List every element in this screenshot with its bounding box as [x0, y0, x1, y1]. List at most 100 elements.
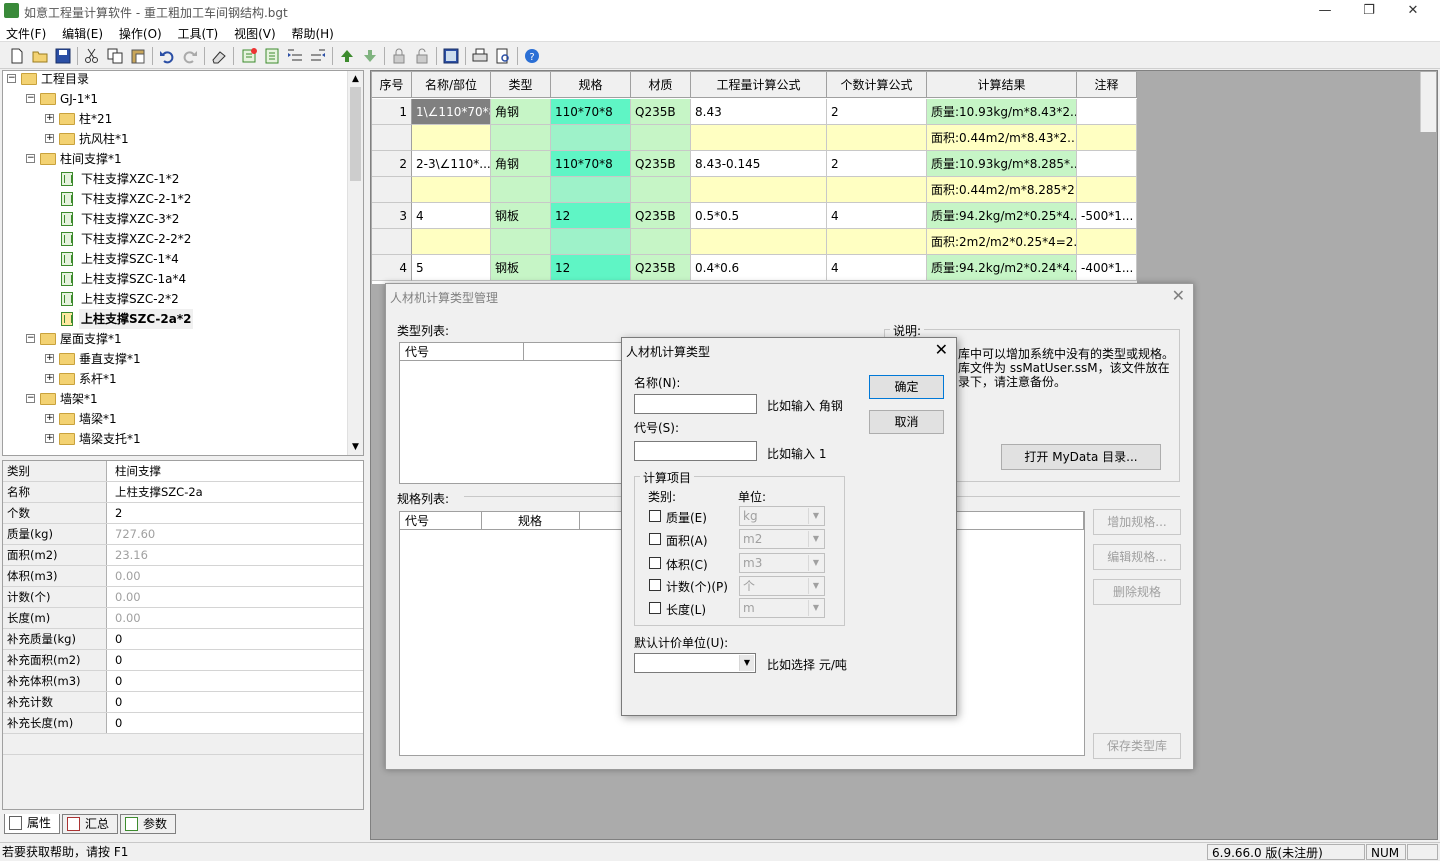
grid-cell[interactable]: [1077, 177, 1137, 203]
menu-operation[interactable]: 操作(O): [113, 22, 168, 42]
prop-value[interactable]: 0: [111, 692, 122, 712]
main-scrollbar[interactable]: [1420, 72, 1436, 132]
length-unit-select[interactable]: m ▼: [739, 598, 825, 618]
grid-cell[interactable]: 8.43-0.145: [691, 151, 827, 177]
delete-spec-button[interactable]: 删除规格: [1093, 579, 1181, 605]
grid-cell[interactable]: [1077, 229, 1137, 255]
length-checkbox[interactable]: [649, 602, 661, 614]
col-header[interactable]: 规格: [551, 72, 631, 98]
edit-spec-button[interactable]: 编辑规格...: [1093, 544, 1181, 570]
name-input[interactable]: [634, 394, 757, 414]
grid-cell[interactable]: [551, 177, 631, 203]
menu-help[interactable]: 帮助(H): [285, 22, 339, 42]
grid-cell[interactable]: 110*70*8: [551, 99, 631, 125]
grid-cell[interactable]: 角钢: [491, 151, 551, 177]
type-list[interactable]: 代号: [399, 342, 624, 484]
eraser-icon[interactable]: [210, 47, 228, 65]
grid-cell[interactable]: 12: [551, 203, 631, 229]
close-window-button[interactable]: ✕: [1390, 0, 1436, 22]
cut-icon[interactable]: [83, 47, 101, 65]
grid-cell[interactable]: [412, 229, 491, 255]
tree-scroll-thumb[interactable]: [350, 87, 361, 181]
grid-cell[interactable]: -500*1...: [1077, 203, 1137, 229]
grid-cell[interactable]: 质量:94.2kg/m2*0.25*4...: [927, 203, 1077, 229]
grid-cell[interactable]: [631, 177, 691, 203]
grid-cell[interactable]: [491, 125, 551, 151]
grid-cell[interactable]: 钢板: [491, 203, 551, 229]
menu-file[interactable]: 文件(F): [0, 22, 52, 42]
area-unit-select[interactable]: m2 ▼: [739, 529, 825, 549]
volume-unit-select[interactable]: m3 ▼: [739, 553, 825, 573]
grid-cell[interactable]: [412, 177, 491, 203]
prop-value[interactable]: 柱间支撑: [111, 461, 161, 481]
mass-unit-select[interactable]: kg ▼: [739, 506, 825, 526]
tab-summary[interactable]: 汇总: [62, 814, 118, 834]
grid-cell[interactable]: [1077, 125, 1137, 151]
grid-cell[interactable]: 2: [827, 99, 927, 125]
grid-cell[interactable]: 角钢: [491, 99, 551, 125]
grid-cell[interactable]: 质量:94.2kg/m2*0.24*4...: [927, 255, 1077, 281]
lock-icon[interactable]: [390, 47, 408, 65]
grid-cell[interactable]: 质量:10.93kg/m*8.285*...: [927, 151, 1077, 177]
ok-button[interactable]: 确定: [869, 375, 944, 399]
grid-cell[interactable]: Q235B: [631, 203, 691, 229]
grid-cell[interactable]: [827, 177, 927, 203]
type-manager-close-icon[interactable]: ✕: [1172, 286, 1185, 305]
price-unit-select[interactable]: ▼: [634, 653, 756, 673]
grid-cell[interactable]: 面积:2m2/m2*0.25*4=2...: [927, 229, 1077, 255]
prop-value[interactable]: 上柱支撑SZC-2a: [111, 482, 203, 502]
col-header[interactable]: 工程量计算公式: [691, 72, 827, 98]
prop-value[interactable]: 0: [111, 629, 122, 649]
prop-value[interactable]: 0: [111, 713, 122, 733]
open-mydata-button[interactable]: 打开 MyData 目录...: [1001, 444, 1161, 470]
restore-button[interactable]: ❐: [1346, 0, 1392, 22]
grid-cell[interactable]: 5: [412, 255, 491, 281]
grid-cell[interactable]: 3: [372, 203, 412, 229]
col-header[interactable]: 注释: [1077, 72, 1137, 98]
add-sub-item-icon[interactable]: [263, 47, 281, 65]
grid-cell[interactable]: [551, 229, 631, 255]
menu-view[interactable]: 视图(V): [228, 22, 282, 42]
grid-cell[interactable]: [691, 125, 827, 151]
code-input[interactable]: [634, 441, 757, 461]
grid-cell[interactable]: [372, 177, 412, 203]
grid-cell[interactable]: Q235B: [631, 99, 691, 125]
grid-cell[interactable]: [491, 177, 551, 203]
grid-cell[interactable]: [827, 229, 927, 255]
count-unit-select[interactable]: 个 ▼: [739, 576, 825, 596]
grid-cell[interactable]: [631, 125, 691, 151]
spec-header-spec[interactable]: 规格: [482, 512, 580, 530]
col-header[interactable]: 个数计算公式: [827, 72, 927, 98]
new-file-icon[interactable]: [8, 47, 26, 65]
grid-cell[interactable]: 8.43: [691, 99, 827, 125]
calculator-icon[interactable]: [442, 47, 460, 65]
grid-cell[interactable]: 2-3\∠110*...: [412, 151, 491, 177]
col-header[interactable]: 名称/部位: [412, 72, 491, 98]
mass-checkbox[interactable]: [649, 510, 661, 522]
grid-cell[interactable]: 110*70*8: [551, 151, 631, 177]
grid-cell[interactable]: [691, 229, 827, 255]
type-editor-close-icon[interactable]: ✕: [935, 340, 948, 359]
redo-icon[interactable]: [181, 47, 199, 65]
grid-cell[interactable]: [372, 125, 412, 151]
menu-tools[interactable]: 工具(T): [172, 22, 225, 42]
grid-cell[interactable]: 4: [412, 203, 491, 229]
col-header[interactable]: 类型: [491, 72, 551, 98]
grid-cell[interactable]: [412, 125, 491, 151]
print-icon[interactable]: [471, 47, 489, 65]
grid-cell[interactable]: [631, 229, 691, 255]
cancel-button[interactable]: 取消: [869, 410, 944, 434]
minimize-button[interactable]: —: [1302, 0, 1348, 22]
paste-icon[interactable]: [129, 47, 147, 65]
grid-cell[interactable]: -400*1...: [1077, 255, 1137, 281]
tab-parameters[interactable]: 参数: [120, 814, 176, 834]
grid-cell[interactable]: [372, 229, 412, 255]
menu-edit[interactable]: 编辑(E): [56, 22, 109, 42]
indent-icon[interactable]: [286, 47, 304, 65]
project-tree[interactable]: − 工程目录 − GJ-1*1 + 柱*21 + 抗风柱*1 − 柱间支撑*1 …: [2, 70, 364, 456]
grid-cell[interactable]: 2: [827, 151, 927, 177]
prop-value[interactable]: 2: [111, 503, 122, 523]
print-preview-icon[interactable]: [494, 47, 512, 65]
col-header[interactable]: 计算结果: [927, 72, 1077, 98]
grid-cell[interactable]: 4: [827, 255, 927, 281]
